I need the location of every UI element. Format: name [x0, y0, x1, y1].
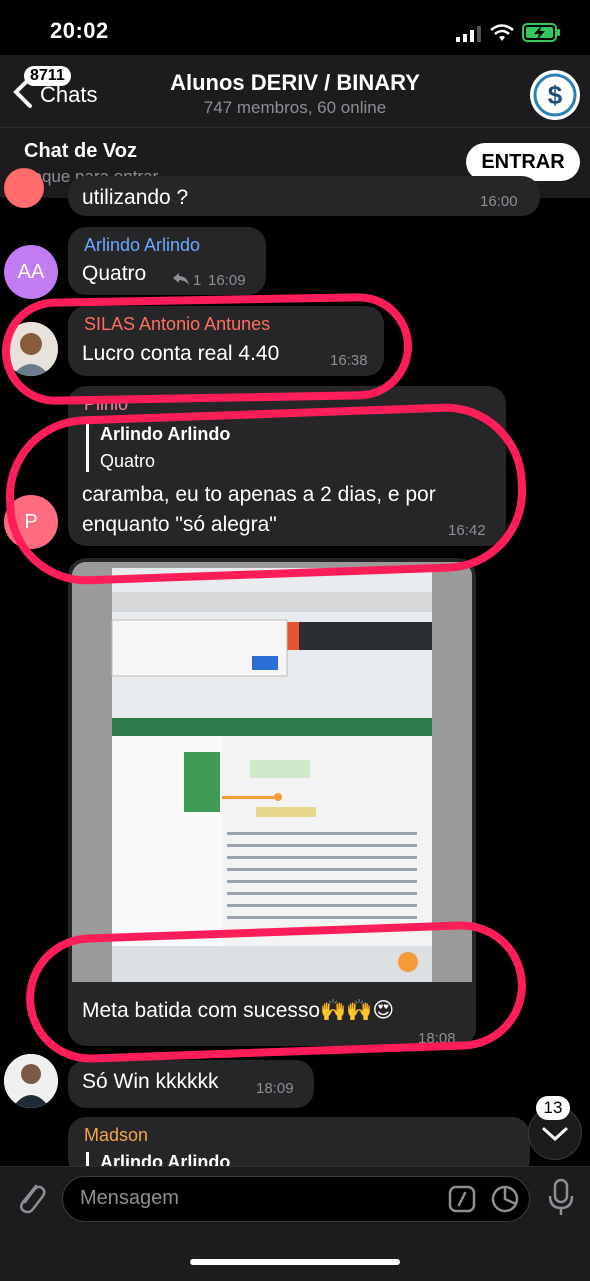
annotation-circle: [23, 919, 529, 1065]
wifi-icon: [490, 24, 514, 41]
svg-text:$: $: [548, 80, 563, 110]
bot-command-icon[interactable]: [448, 1185, 476, 1213]
home-indicator: [190, 1259, 400, 1265]
signal-icon: [456, 26, 481, 42]
avatar[interactable]: [4, 1054, 58, 1108]
message-text: utilizando ?: [82, 186, 189, 209]
person-photo-icon: [4, 1054, 58, 1108]
message-time: 18:09: [256, 1080, 294, 1097]
message-text: Só Win kkkkkk: [82, 1070, 219, 1093]
reply-count: 1: [193, 272, 202, 289]
attach-button[interactable]: [10, 1176, 54, 1220]
reply-icon: [173, 273, 189, 285]
voice-chat-title: Chat de Voz: [24, 140, 137, 162]
message-sender[interactable]: Madson: [84, 1125, 148, 1146]
new-messages-badge: 13: [536, 1096, 570, 1120]
chat-subtitle: 747 membros, 60 online: [203, 98, 387, 117]
dollar-icon: $: [533, 73, 577, 117]
trading-bot-screenshot-photo: [72, 562, 472, 982]
status-time: 20:02: [50, 18, 109, 43]
avatar[interactable]: [4, 168, 44, 208]
message-text: Quatro: [82, 262, 147, 285]
message-input-placeholder: Mensagem: [80, 1187, 179, 1209]
group-avatar[interactable]: $: [530, 70, 580, 120]
message-time: 16:00: [480, 193, 518, 210]
message-time: 16:09: [208, 272, 246, 289]
paperclip-icon: [20, 1184, 46, 1214]
message-sender[interactable]: Arlindo Arlindo: [84, 235, 200, 256]
microphone-icon[interactable]: [546, 1178, 576, 1218]
chat-title[interactable]: Alunos DERIV / BINARY: [0, 70, 590, 96]
annotation-circle: [1, 292, 413, 406]
annotation-circle: [3, 400, 529, 588]
sticker-icon[interactable]: [490, 1184, 520, 1214]
battery-charging-icon: [522, 23, 560, 42]
avatar[interactable]: AA: [4, 245, 58, 299]
message-photo[interactable]: [72, 562, 472, 982]
